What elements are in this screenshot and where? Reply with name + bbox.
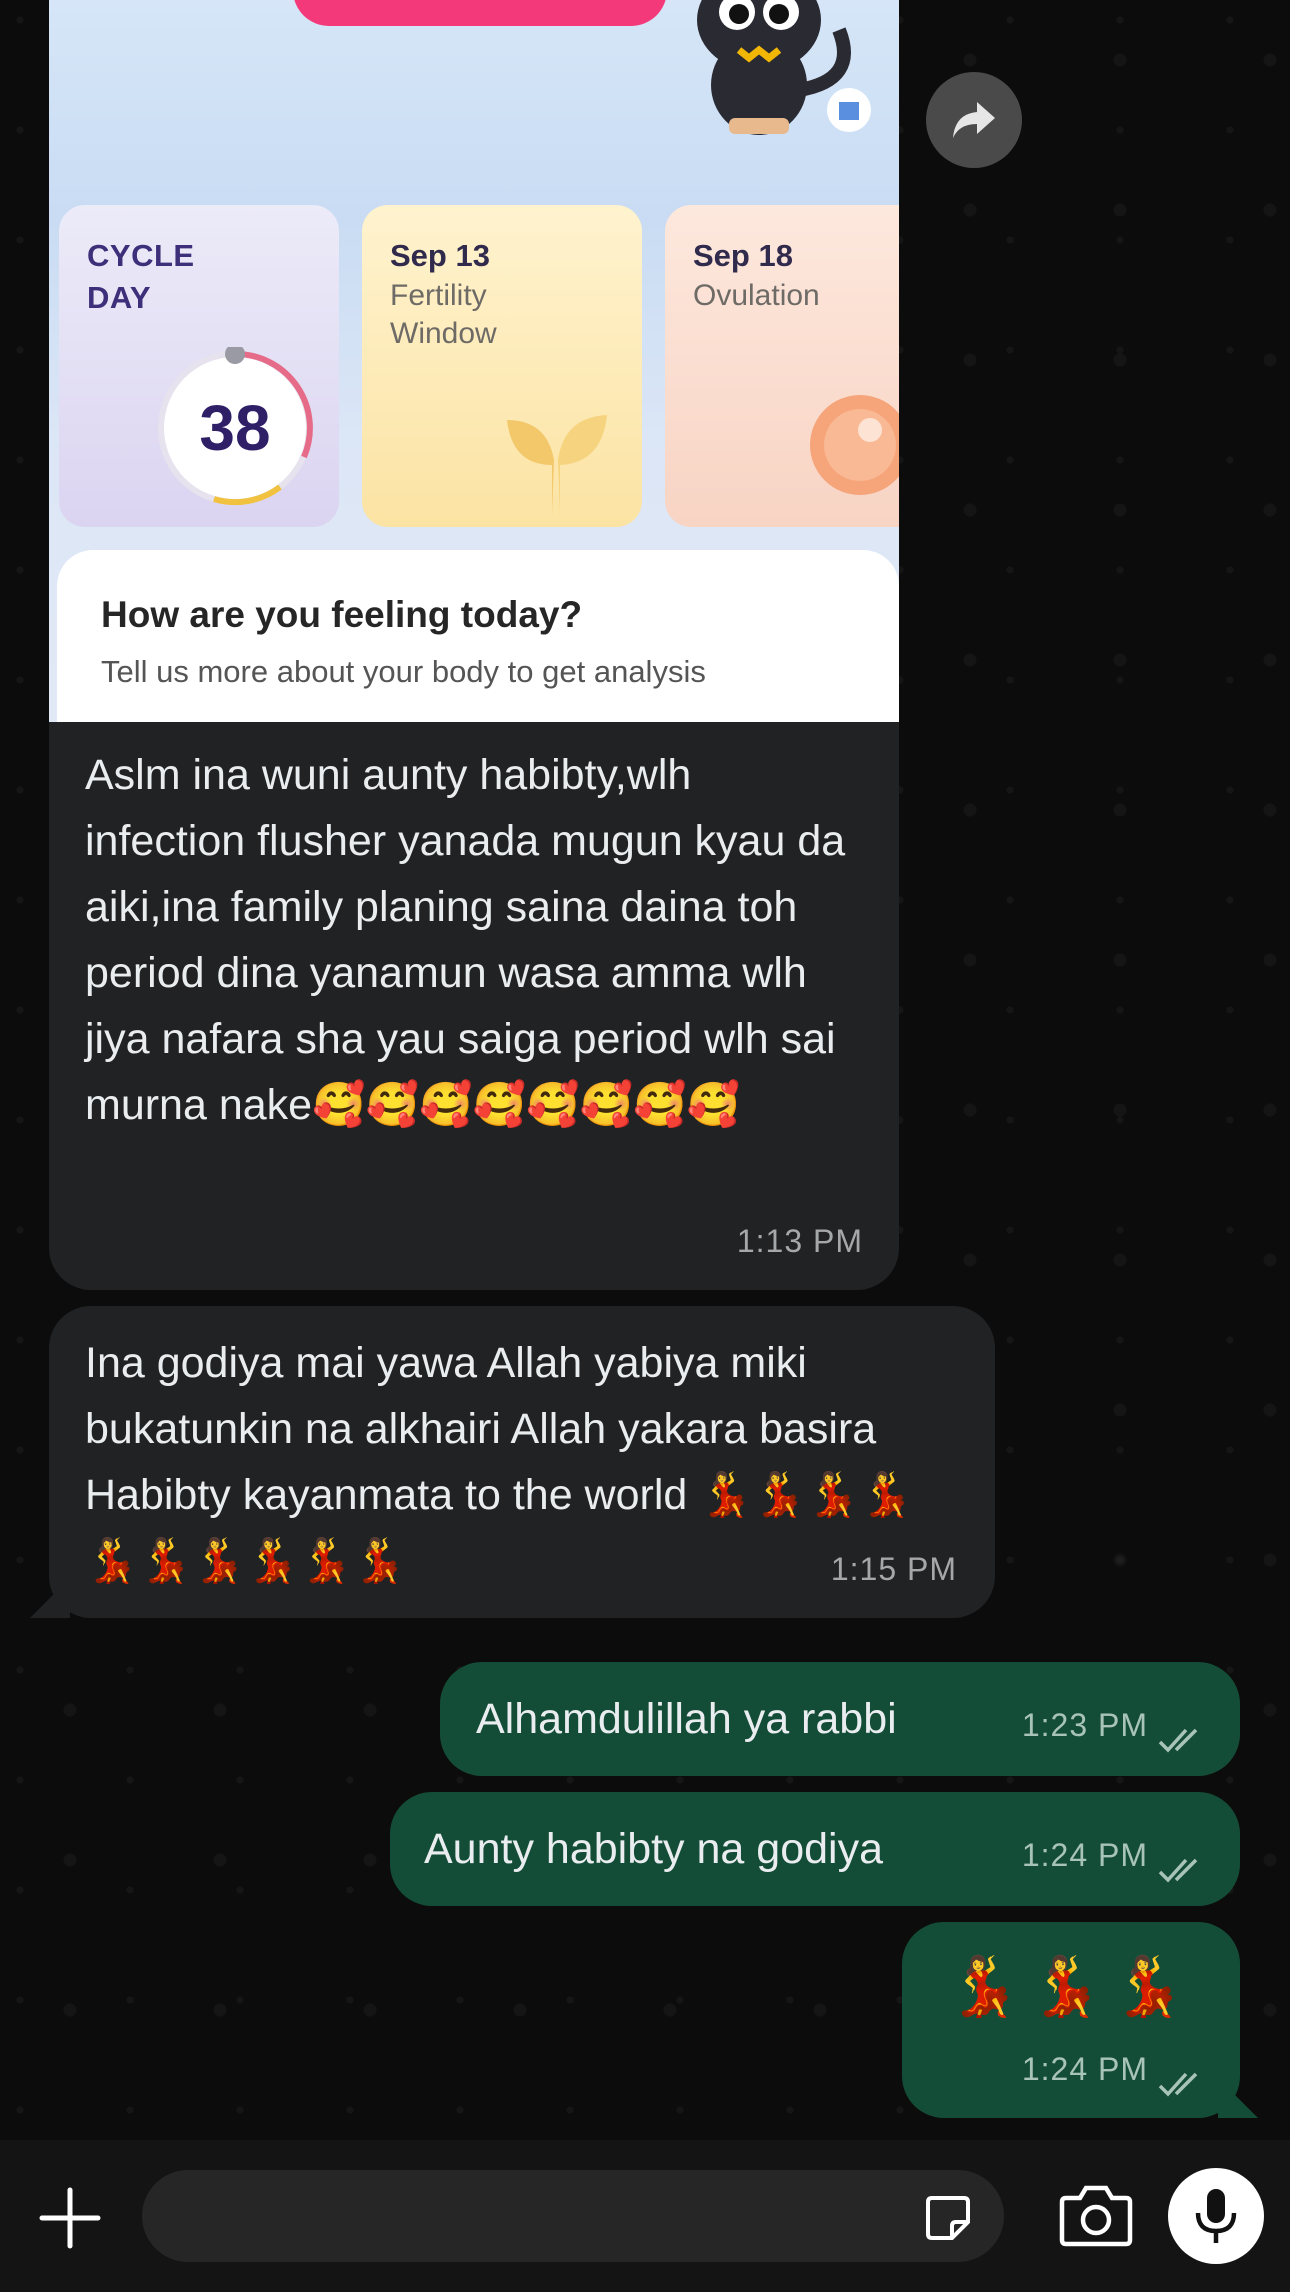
read-ticks-icon (1158, 1858, 1198, 1883)
shared-image-message[interactable]: CYCLE DAY 38 Sep 13 Fertility Window Sep… (49, 0, 899, 722)
message-text: Ina godiya mai yawa Allah yabiya miki bu… (85, 1339, 914, 1585)
sprout-icon (507, 415, 607, 515)
ovulation-card[interactable]: Sep 18 Ovulation (665, 205, 899, 527)
forward-arrow-icon (953, 102, 995, 138)
voice-record-button[interactable] (1168, 2168, 1264, 2264)
incoming-message[interactable]: Aslm ina wuni aunty habibty,wlh infectio… (49, 722, 899, 1290)
feeling-subtitle: Tell us more about your body to get anal… (101, 654, 706, 689)
attach-button[interactable] (30, 2178, 110, 2258)
message-text: Aslm ina wuni aunty habibty,wlh infectio… (85, 751, 858, 1129)
cycle-day-title-line2: DAY (87, 280, 152, 315)
fertility-label-line2: Window (390, 317, 497, 350)
message-time: 1:23 PM (1021, 1707, 1148, 1743)
app-pink-button (293, 0, 667, 26)
message-time: 1:15 PM (830, 1551, 957, 1587)
outgoing-message[interactable]: 💃💃💃 1:24 PM (902, 1922, 1240, 2118)
incoming-message[interactable]: Ina godiya mai yawa Allah yabiya miki bu… (49, 1306, 995, 1618)
message-text: 💃💃💃 (947, 1954, 1195, 2019)
fertility-label-line1: Fertility (390, 279, 487, 312)
ovulation-egg-icon (810, 395, 899, 495)
feeling-prompt-card[interactable]: How are you feeling today? Tell us more … (57, 550, 899, 722)
microphone-icon (1195, 2189, 1237, 2243)
fertility-date: Sep 13 (390, 238, 490, 273)
ovulation-date: Sep 18 (693, 238, 793, 273)
ovulation-label: Ovulation (693, 279, 820, 312)
cat-mascot-icon (697, 0, 871, 135)
cycle-day-number: 38 (199, 392, 271, 464)
outgoing-message[interactable]: Alhamdulillah ya rabbi 1:23 PM (440, 1662, 1240, 1776)
camera-icon[interactable] (1058, 2180, 1134, 2252)
feeling-title: How are you feeling today? (101, 594, 583, 635)
message-time: 1:24 PM (1021, 2051, 1148, 2087)
fertility-window-card[interactable]: Sep 13 Fertility Window (362, 205, 642, 527)
message-input-container[interactable] (142, 2170, 1004, 2262)
cycle-day-card[interactable]: CYCLE DAY 38 (59, 205, 339, 527)
forward-button[interactable] (926, 72, 1022, 168)
message-time: 1:24 PM (1021, 1837, 1148, 1873)
plus-icon (39, 2187, 101, 2249)
message-time: 1:13 PM (736, 1223, 863, 1259)
read-ticks-icon (1158, 1728, 1198, 1753)
sticker-icon[interactable] (922, 2192, 974, 2244)
composer-bar (0, 2140, 1290, 2292)
message-input[interactable] (172, 2170, 912, 2262)
read-ticks-icon (1158, 2072, 1198, 2097)
outgoing-message[interactable]: Aunty habibty na godiya 1:24 PM (390, 1792, 1240, 1906)
cycle-day-title-line1: CYCLE (87, 238, 195, 273)
